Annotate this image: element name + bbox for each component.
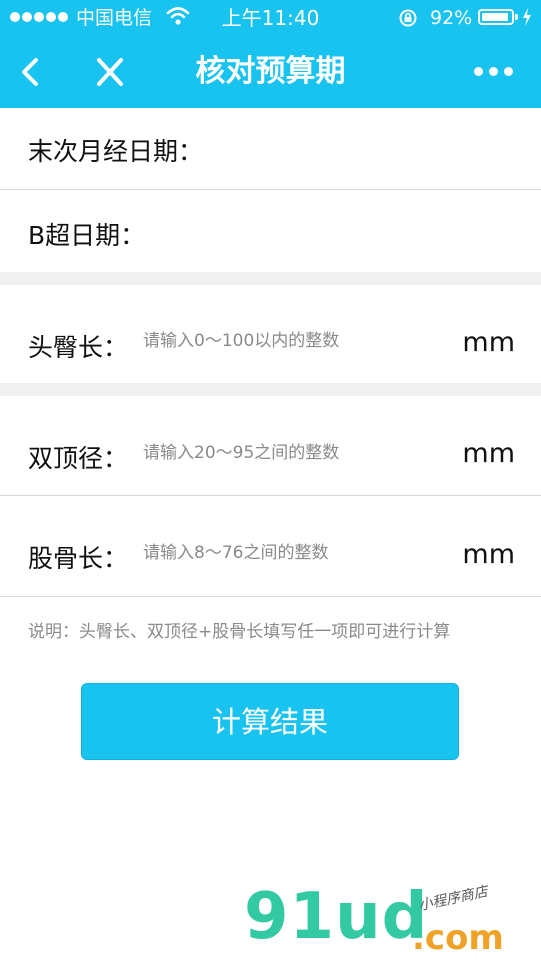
bpd-input[interactable]: [143, 441, 443, 465]
ultrasound-date-input[interactable]: [145, 220, 505, 248]
crl-label: 头臀长：: [28, 333, 129, 362]
fl-label: 股骨长：: [28, 544, 129, 573]
top-bar: 中国电信 上午11:40 92% 核对预算期: [0, 0, 541, 108]
battery-icon: [478, 9, 514, 25]
crl-unit: mm: [462, 327, 515, 358]
battery-level: [482, 13, 508, 21]
crl-row: 头臀长： mm: [0, 285, 541, 383]
rotation-lock-icon: [399, 9, 417, 27]
watermark-logo: 91ud: [244, 880, 429, 954]
watermark-domain: .com: [412, 918, 504, 958]
ultrasound-date-row[interactable]: B超日期：: [0, 190, 541, 272]
lmp-date-row[interactable]: 末次月经日期：: [0, 108, 541, 190]
battery-cap: [515, 14, 518, 20]
navigation-bar: 核对预算期: [0, 36, 541, 108]
instruction-note: 说明：头臀长、双顶径+股骨长填写任一项即可进行计算: [28, 622, 451, 642]
more-dots-icon[interactable]: [474, 58, 524, 86]
lmp-date-input[interactable]: [212, 136, 512, 164]
bpd-unit: mm: [462, 438, 515, 469]
ultrasound-date-label: B超日期：: [28, 221, 146, 250]
watermark: 91ud .com 小程序商店: [240, 880, 540, 960]
bpd-row: 双顶径： mm: [0, 396, 541, 496]
fl-input[interactable]: [143, 541, 443, 565]
status-bar: 中国电信 上午11:40 92%: [0, 0, 541, 36]
page-title: 核对预算期: [195, 54, 346, 89]
lmp-date-label: 末次月经日期：: [28, 137, 204, 166]
section-divider: [0, 272, 541, 285]
bpd-label: 双顶径：: [28, 444, 129, 473]
calculate-button[interactable]: 计算结果: [81, 683, 459, 760]
fl-unit: mm: [462, 539, 515, 570]
crl-input[interactable]: [143, 329, 443, 353]
charging-bolt-icon: [523, 8, 531, 26]
fl-row: 股骨长： mm: [0, 496, 541, 597]
battery-percent: 92%: [430, 7, 473, 29]
section-divider: [0, 383, 541, 396]
